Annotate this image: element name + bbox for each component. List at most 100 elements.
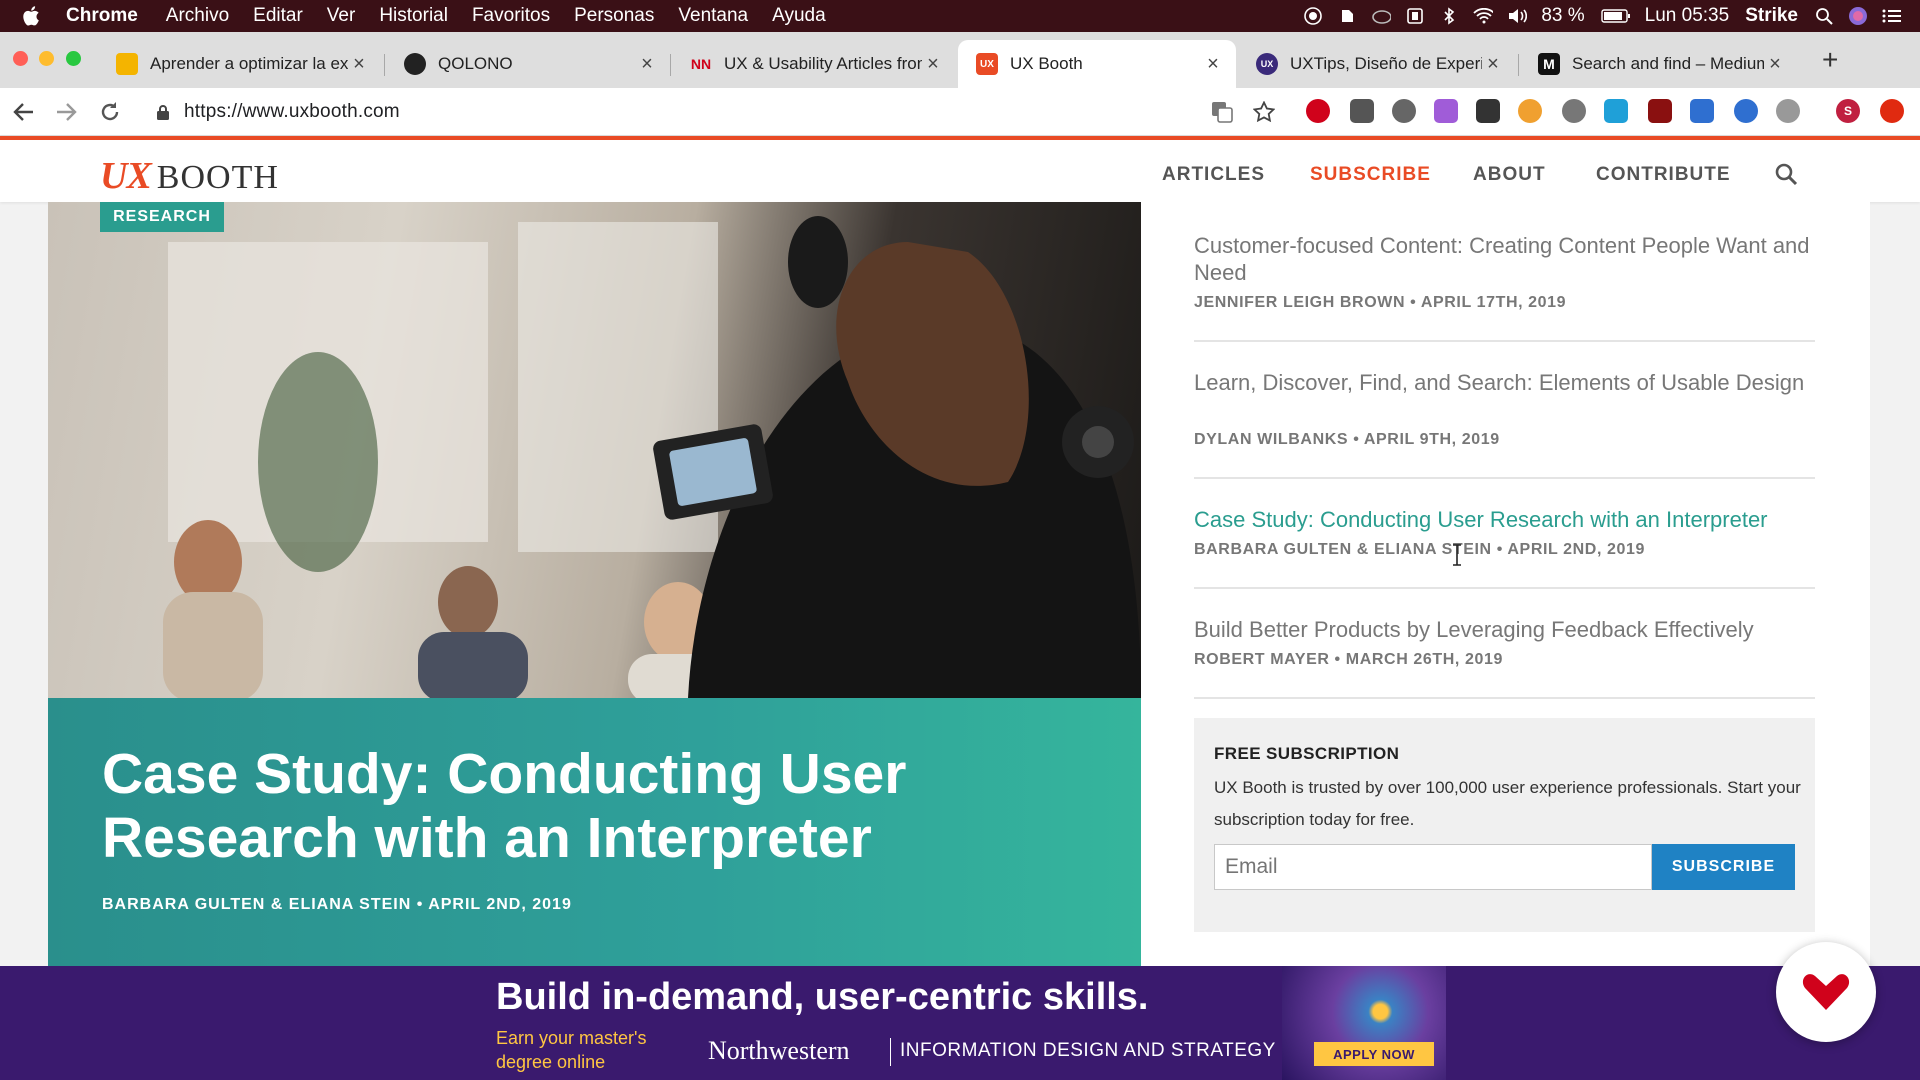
menu-ver[interactable]: Ver: [327, 5, 356, 27]
profile-avatar-icon[interactable]: S: [1836, 99, 1860, 123]
menu-editar[interactable]: Editar: [253, 5, 303, 27]
banner-headline: Build in-demand, user-centric skills.: [496, 976, 1149, 1018]
extension-ux-check-icon[interactable]: [1476, 99, 1500, 123]
article-meta: ROBERT MAYER • MARCH 26TH, 2019: [1194, 651, 1504, 668]
tab-divider: [1518, 54, 1519, 76]
extension-chat-icon[interactable]: [1734, 99, 1758, 123]
article-link[interactable]: Build Better Products by Leveraging Feed…: [1194, 616, 1834, 643]
volume-icon[interactable]: [1507, 7, 1528, 25]
banner-program: INFORMATION DESIGN AND STRATEGY: [900, 1040, 1276, 1061]
nav-contribute[interactable]: CONTRIBUTE: [1596, 164, 1731, 186]
tab-close-icon[interactable]: ×: [348, 53, 370, 76]
featured-article-hero[interactable]: Case Study: Conducting User Research wit…: [48, 202, 1141, 966]
update-alert-icon[interactable]: [1880, 99, 1904, 123]
floating-heart-button[interactable]: [1776, 942, 1876, 1042]
tab-nngroup[interactable]: NN UX & Usability Articles from Nielsen …: [672, 40, 956, 88]
nav-articles[interactable]: ARTICLES: [1162, 164, 1265, 186]
apple-menu-icon[interactable]: [22, 5, 42, 27]
article-link-active[interactable]: Case Study: Conducting User Research wit…: [1194, 506, 1834, 533]
tab-close-icon[interactable]: ×: [922, 53, 944, 76]
back-arrow-icon[interactable]: [8, 96, 40, 128]
extension-puzzle-icon[interactable]: [1776, 99, 1800, 123]
uxtips-favicon-icon: UX: [1256, 53, 1278, 75]
extension-pen-icon[interactable]: [1434, 99, 1458, 123]
translate-icon[interactable]: [1206, 96, 1238, 128]
hero-title[interactable]: Case Study: Conducting User Research wit…: [102, 742, 1062, 870]
spotlight-search-icon[interactable]: [1814, 7, 1834, 25]
battery-icon[interactable]: [1600, 7, 1631, 25]
tab-close-icon[interactable]: ×: [1764, 53, 1786, 76]
window-minimize-button[interactable]: [39, 51, 54, 66]
address-bar[interactable]: https://www.uxbooth.com: [148, 94, 1258, 130]
forward-arrow-icon[interactable]: [50, 96, 82, 128]
nav-about[interactable]: ABOUT: [1473, 164, 1546, 186]
reload-icon[interactable]: [94, 96, 126, 128]
extension-eyedropper-icon[interactable]: [1350, 99, 1374, 123]
banner-divider: [890, 1038, 891, 1066]
site-search-icon[interactable]: [1774, 162, 1798, 191]
menu-personas[interactable]: Personas: [574, 5, 654, 27]
new-tab-plus-icon[interactable]: +: [1822, 44, 1838, 76]
extension-rainbow-icon[interactable]: [1518, 99, 1542, 123]
notification-center-icon[interactable]: [1882, 7, 1902, 25]
ad-banner[interactable]: Build in-demand, user-centric skills. Ea…: [0, 966, 1920, 1080]
tab-close-icon[interactable]: ×: [636, 53, 658, 76]
extension-ux-icon[interactable]: [1690, 99, 1714, 123]
bluetooth-icon[interactable]: [1439, 7, 1459, 25]
uxbooth-logo[interactable]: UX BOOTH: [100, 154, 279, 198]
hero-photo-camera-operator: [48, 202, 1141, 704]
lock-icon[interactable]: [156, 104, 170, 120]
extension-spy-icon[interactable]: [1648, 99, 1672, 123]
nngroup-favicon-icon: NN: [690, 56, 712, 72]
apply-now-button[interactable]: APPLY NOW: [1314, 1042, 1434, 1066]
record-icon[interactable]: [1303, 7, 1323, 25]
siri-icon[interactable]: [1848, 7, 1868, 25]
category-tag-research[interactable]: RESEARCH: [100, 202, 224, 232]
tab-aprender[interactable]: Aprender a optimizar la experiencia ×: [98, 40, 382, 88]
menu-historial[interactable]: Historial: [379, 5, 448, 27]
macos-menubar: Chrome Archivo Editar Ver Historial Favo…: [0, 0, 1920, 32]
tab-uxbooth-active[interactable]: UX UX Booth ×: [958, 40, 1236, 88]
wifi-icon[interactable]: [1473, 7, 1494, 25]
tab-close-icon[interactable]: ×: [1482, 53, 1504, 76]
browser-toolbar: https://www.uxbooth.com: [0, 88, 1920, 136]
tab-title: Search and find – Medium: [1572, 54, 1764, 73]
menu-archivo[interactable]: Archivo: [166, 5, 229, 27]
extension-adblock-icon[interactable]: [1306, 99, 1330, 123]
tab-divider: [670, 54, 671, 76]
subscribe-button[interactable]: SUBSCRIBE: [1652, 844, 1795, 890]
article-link[interactable]: Customer-focused Content: Creating Conte…: [1194, 232, 1834, 286]
menu-ayuda[interactable]: Ayuda: [772, 5, 826, 27]
tab-medium[interactable]: M Search and find – Medium ×: [1520, 40, 1798, 88]
email-input[interactable]: [1214, 844, 1652, 890]
uxbooth-favicon-icon: UX: [976, 53, 998, 75]
window-zoom-button[interactable]: [66, 51, 81, 66]
screen-capture-icon[interactable]: [1405, 7, 1425, 25]
nav-subscribe[interactable]: SUBSCRIBE: [1310, 164, 1431, 186]
extension-copy-icon[interactable]: [1604, 99, 1628, 123]
article-meta: JENNIFER LEIGH BROWN • APRIL 17TH, 2019: [1194, 294, 1567, 311]
evernote-icon[interactable]: [1337, 7, 1357, 25]
url-text[interactable]: https://www.uxbooth.com: [184, 101, 400, 123]
list-divider: [1194, 587, 1815, 589]
menu-ventana[interactable]: Ventana: [678, 5, 748, 27]
menubar-clock[interactable]: Lun 05:35: [1645, 5, 1730, 27]
extension-gear-icon[interactable]: [1562, 99, 1586, 123]
list-divider: [1194, 340, 1815, 342]
menu-app-chrome[interactable]: Chrome: [66, 5, 138, 27]
subscription-heading: FREE SUBSCRIPTION: [1214, 744, 1400, 763]
article-link[interactable]: Learn, Discover, Find, and Search: Eleme…: [1194, 369, 1834, 396]
extension-globe-icon[interactable]: [1392, 99, 1416, 123]
menu-favoritos[interactable]: Favoritos: [472, 5, 550, 27]
banner-subline-1: Earn your master's: [496, 1028, 647, 1048]
subscription-box: FREE SUBSCRIPTION UX Booth is trusted by…: [1194, 718, 1815, 932]
tab-uxtips[interactable]: UX UXTips, Diseño de Experiencia ×: [1238, 40, 1516, 88]
menubar-user[interactable]: Strike: [1745, 5, 1798, 27]
bookmark-star-icon[interactable]: [1248, 96, 1280, 128]
tab-qolono[interactable]: QOLONO ×: [386, 40, 670, 88]
creative-cloud-icon[interactable]: [1371, 7, 1392, 25]
list-divider: [1194, 477, 1815, 479]
tab-close-icon[interactable]: ×: [1202, 53, 1224, 76]
window-close-button[interactable]: [13, 51, 28, 66]
tab-title: Aprender a optimizar la experiencia: [150, 54, 348, 73]
